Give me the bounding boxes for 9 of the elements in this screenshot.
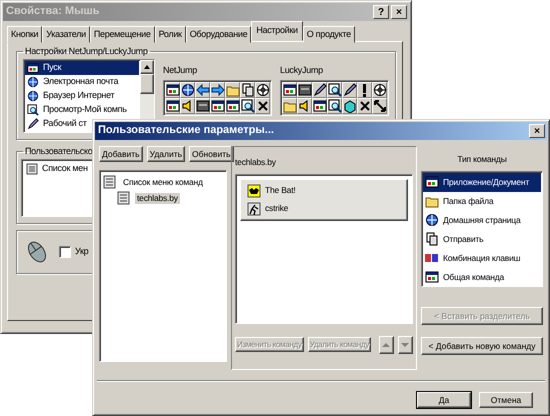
group-title: Настройки NetJump/LuckyJump — [24, 46, 149, 57]
group-title: Пользовательско — [24, 146, 94, 157]
checkbox-label: Укр — [75, 246, 88, 258]
window-title: Пользовательские параметры... — [98, 124, 275, 138]
window-title: Свойства: Мышь — [6, 5, 100, 19]
toolbar-label: LuckyJump — [280, 64, 324, 76]
panel-title: techlabs.by — [235, 157, 277, 168]
panel-title: Тип команды — [457, 154, 507, 165]
toolbar-label: NetJump — [163, 64, 198, 76]
